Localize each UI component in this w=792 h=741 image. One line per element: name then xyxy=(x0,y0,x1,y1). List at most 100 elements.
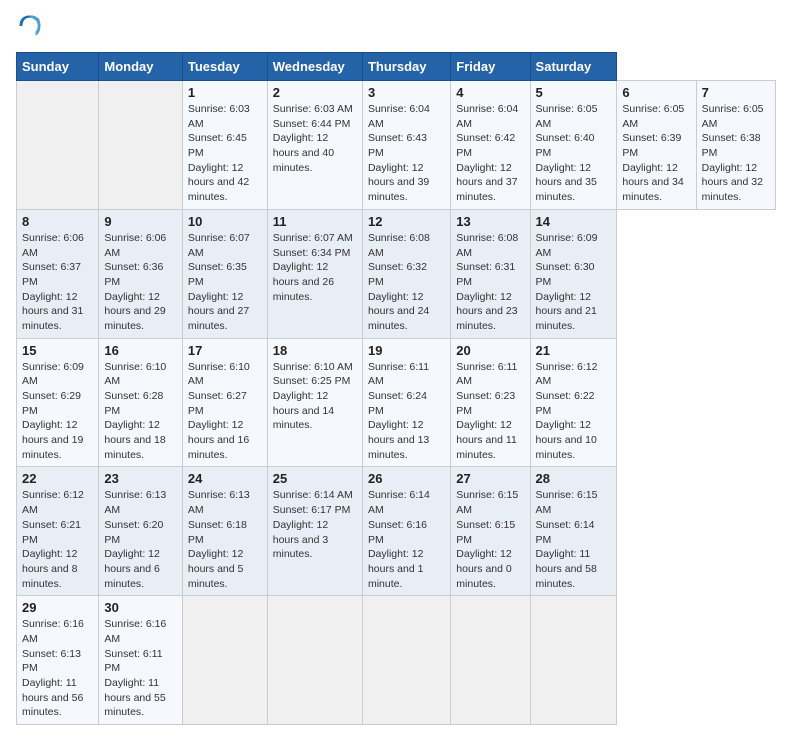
day-number: 22 xyxy=(22,471,93,486)
day-cell: 15 Sunrise: 6:09 AM Sunset: 6:29 PM Dayl… xyxy=(17,338,99,467)
day-cell: 14 Sunrise: 6:09 AM Sunset: 6:30 PM Dayl… xyxy=(530,209,617,338)
day-info: Sunrise: 6:07 AM Sunset: 6:34 PM Dayligh… xyxy=(273,231,357,304)
day-number: 1 xyxy=(188,85,262,100)
day-cell: 3 Sunrise: 6:04 AM Sunset: 6:43 PM Dayli… xyxy=(362,81,450,210)
day-info: Sunrise: 6:15 AM Sunset: 6:15 PM Dayligh… xyxy=(456,488,524,591)
day-number: 7 xyxy=(702,85,770,100)
day-cell: 5 Sunrise: 6:05 AM Sunset: 6:40 PM Dayli… xyxy=(530,81,617,210)
calendar-week-row: 29 Sunrise: 6:16 AM Sunset: 6:13 PM Dayl… xyxy=(17,596,776,725)
empty-cell xyxy=(99,81,183,210)
day-info: Sunrise: 6:09 AM Sunset: 6:30 PM Dayligh… xyxy=(536,231,612,334)
calendar-week-row: 1 Sunrise: 6:03 AM Sunset: 6:45 PM Dayli… xyxy=(17,81,776,210)
col-header-saturday: Saturday xyxy=(530,53,617,81)
day-info: Sunrise: 6:04 AM Sunset: 6:42 PM Dayligh… xyxy=(456,102,524,205)
day-info: Sunrise: 6:13 AM Sunset: 6:20 PM Dayligh… xyxy=(104,488,177,591)
day-cell: 19 Sunrise: 6:11 AM Sunset: 6:24 PM Dayl… xyxy=(362,338,450,467)
day-number: 11 xyxy=(273,214,357,229)
day-info: Sunrise: 6:08 AM Sunset: 6:32 PM Dayligh… xyxy=(368,231,445,334)
day-number: 17 xyxy=(188,343,262,358)
day-cell: 1 Sunrise: 6:03 AM Sunset: 6:45 PM Dayli… xyxy=(182,81,267,210)
day-info: Sunrise: 6:15 AM Sunset: 6:14 PM Dayligh… xyxy=(536,488,612,591)
empty-cell xyxy=(451,596,530,725)
page-header xyxy=(16,16,776,40)
day-info: Sunrise: 6:07 AM Sunset: 6:35 PM Dayligh… xyxy=(188,231,262,334)
empty-cell xyxy=(530,596,617,725)
col-header-monday: Monday xyxy=(99,53,183,81)
day-number: 30 xyxy=(104,600,177,615)
day-cell: 8 Sunrise: 6:06 AM Sunset: 6:37 PM Dayli… xyxy=(17,209,99,338)
day-cell: 9 Sunrise: 6:06 AM Sunset: 6:36 PM Dayli… xyxy=(99,209,183,338)
day-number: 3 xyxy=(368,85,445,100)
day-info: Sunrise: 6:04 AM Sunset: 6:43 PM Dayligh… xyxy=(368,102,445,205)
day-cell: 22 Sunrise: 6:12 AM Sunset: 6:21 PM Dayl… xyxy=(17,467,99,596)
day-info: Sunrise: 6:12 AM Sunset: 6:22 PM Dayligh… xyxy=(536,360,612,463)
calendar-week-row: 15 Sunrise: 6:09 AM Sunset: 6:29 PM Dayl… xyxy=(17,338,776,467)
day-info: Sunrise: 6:14 AM Sunset: 6:16 PM Dayligh… xyxy=(368,488,445,591)
day-info: Sunrise: 6:05 AM Sunset: 6:40 PM Dayligh… xyxy=(536,102,612,205)
day-info: Sunrise: 6:09 AM Sunset: 6:29 PM Dayligh… xyxy=(22,360,93,463)
day-info: Sunrise: 6:12 AM Sunset: 6:21 PM Dayligh… xyxy=(22,488,93,591)
day-cell: 4 Sunrise: 6:04 AM Sunset: 6:42 PM Dayli… xyxy=(451,81,530,210)
day-number: 2 xyxy=(273,85,357,100)
day-cell: 21 Sunrise: 6:12 AM Sunset: 6:22 PM Dayl… xyxy=(530,338,617,467)
day-number: 20 xyxy=(456,343,524,358)
day-cell: 13 Sunrise: 6:08 AM Sunset: 6:31 PM Dayl… xyxy=(451,209,530,338)
day-number: 5 xyxy=(536,85,612,100)
day-info: Sunrise: 6:16 AM Sunset: 6:13 PM Dayligh… xyxy=(22,617,93,720)
day-number: 19 xyxy=(368,343,445,358)
day-cell: 20 Sunrise: 6:11 AM Sunset: 6:23 PM Dayl… xyxy=(451,338,530,467)
calendar-week-row: 22 Sunrise: 6:12 AM Sunset: 6:21 PM Dayl… xyxy=(17,467,776,596)
day-info: Sunrise: 6:06 AM Sunset: 6:36 PM Dayligh… xyxy=(104,231,177,334)
day-number: 13 xyxy=(456,214,524,229)
day-number: 4 xyxy=(456,85,524,100)
day-info: Sunrise: 6:10 AM Sunset: 6:28 PM Dayligh… xyxy=(104,360,177,463)
day-cell: 24 Sunrise: 6:13 AM Sunset: 6:18 PM Dayl… xyxy=(182,467,267,596)
calendar-week-row: 8 Sunrise: 6:06 AM Sunset: 6:37 PM Dayli… xyxy=(17,209,776,338)
day-info: Sunrise: 6:03 AM Sunset: 6:45 PM Dayligh… xyxy=(188,102,262,205)
day-number: 25 xyxy=(273,471,357,486)
day-number: 16 xyxy=(104,343,177,358)
day-info: Sunrise: 6:13 AM Sunset: 6:18 PM Dayligh… xyxy=(188,488,262,591)
day-info: Sunrise: 6:10 AM Sunset: 6:27 PM Dayligh… xyxy=(188,360,262,463)
empty-cell xyxy=(182,596,267,725)
day-cell: 17 Sunrise: 6:10 AM Sunset: 6:27 PM Dayl… xyxy=(182,338,267,467)
day-cell: 26 Sunrise: 6:14 AM Sunset: 6:16 PM Dayl… xyxy=(362,467,450,596)
day-number: 6 xyxy=(622,85,690,100)
col-header-thursday: Thursday xyxy=(362,53,450,81)
calendar-header-row: SundayMondayTuesdayWednesdayThursdayFrid… xyxy=(17,53,776,81)
day-number: 9 xyxy=(104,214,177,229)
logo xyxy=(16,16,46,40)
col-header-sunday: Sunday xyxy=(17,53,99,81)
empty-cell xyxy=(17,81,99,210)
day-number: 18 xyxy=(273,343,357,358)
day-info: Sunrise: 6:11 AM Sunset: 6:24 PM Dayligh… xyxy=(368,360,445,463)
col-header-wednesday: Wednesday xyxy=(267,53,362,81)
day-cell: 6 Sunrise: 6:05 AM Sunset: 6:39 PM Dayli… xyxy=(617,81,696,210)
day-info: Sunrise: 6:14 AM Sunset: 6:17 PM Dayligh… xyxy=(273,488,357,561)
calendar-table: SundayMondayTuesdayWednesdayThursdayFrid… xyxy=(16,52,776,725)
day-number: 10 xyxy=(188,214,262,229)
day-number: 24 xyxy=(188,471,262,486)
day-number: 27 xyxy=(456,471,524,486)
col-header-friday: Friday xyxy=(451,53,530,81)
empty-cell xyxy=(362,596,450,725)
day-cell: 23 Sunrise: 6:13 AM Sunset: 6:20 PM Dayl… xyxy=(99,467,183,596)
day-info: Sunrise: 6:16 AM Sunset: 6:11 PM Dayligh… xyxy=(104,617,177,720)
day-cell: 11 Sunrise: 6:07 AM Sunset: 6:34 PM Dayl… xyxy=(267,209,362,338)
day-number: 15 xyxy=(22,343,93,358)
day-cell: 27 Sunrise: 6:15 AM Sunset: 6:15 PM Dayl… xyxy=(451,467,530,596)
day-cell: 28 Sunrise: 6:15 AM Sunset: 6:14 PM Dayl… xyxy=(530,467,617,596)
col-header-tuesday: Tuesday xyxy=(182,53,267,81)
day-cell: 12 Sunrise: 6:08 AM Sunset: 6:32 PM Dayl… xyxy=(362,209,450,338)
day-cell: 7 Sunrise: 6:05 AM Sunset: 6:38 PM Dayli… xyxy=(696,81,775,210)
day-cell: 29 Sunrise: 6:16 AM Sunset: 6:13 PM Dayl… xyxy=(17,596,99,725)
day-cell: 10 Sunrise: 6:07 AM Sunset: 6:35 PM Dayl… xyxy=(182,209,267,338)
day-number: 29 xyxy=(22,600,93,615)
day-number: 28 xyxy=(536,471,612,486)
day-info: Sunrise: 6:03 AM Sunset: 6:44 PM Dayligh… xyxy=(273,102,357,175)
empty-cell xyxy=(267,596,362,725)
day-info: Sunrise: 6:05 AM Sunset: 6:38 PM Dayligh… xyxy=(702,102,770,205)
day-number: 23 xyxy=(104,471,177,486)
day-number: 8 xyxy=(22,214,93,229)
day-info: Sunrise: 6:05 AM Sunset: 6:39 PM Dayligh… xyxy=(622,102,690,205)
